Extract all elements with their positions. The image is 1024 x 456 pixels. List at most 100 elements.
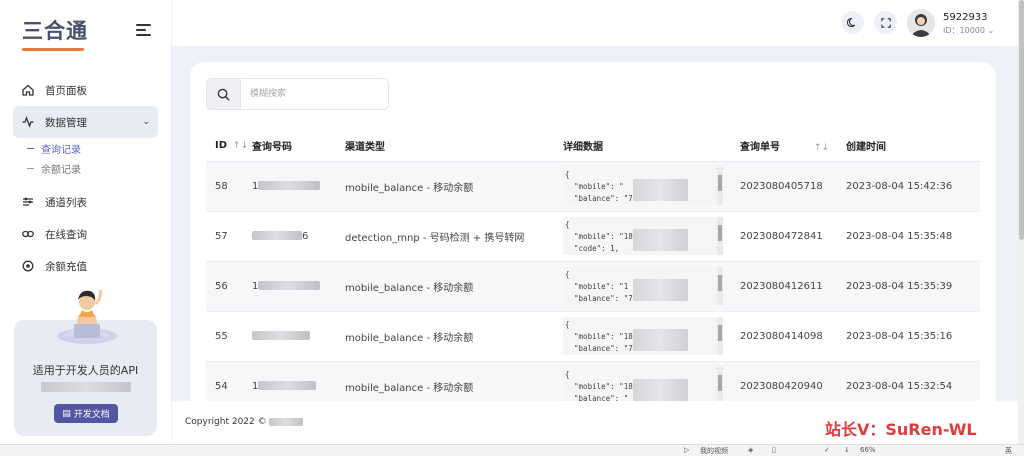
sidebar: 三合通 首页面板 数据管理 ⌄ 查询记录 余额记录 通道列表 在线查询 余额充值… — [0, 0, 172, 444]
sidebar-item-label: 在线查询 — [45, 228, 87, 241]
cell-order: 2023080472841 — [740, 211, 846, 262]
column-header-order[interactable]: 查询单号 ↑↓ — [740, 130, 846, 162]
cell-channel: mobile_balance - 移动余额 — [345, 161, 563, 212]
cell-mobile: 1 — [252, 261, 345, 312]
shield-icon[interactable]: ◈ — [748, 446, 753, 454]
home-icon — [21, 83, 35, 97]
sort-icon[interactable]: ↑↓ — [233, 141, 248, 151]
target-icon — [21, 259, 35, 273]
search-box — [206, 78, 389, 110]
column-header-mobile: 查询号码 — [252, 130, 345, 162]
sidebar-subitem-query-records[interactable]: 查询记录 — [13, 138, 158, 158]
redacted-text — [252, 231, 302, 240]
detail-code-box[interactable]: { "mobile": " "balance": "7 — [563, 167, 723, 205]
sidebar-item-balance-recharge[interactable]: 余额充值 — [13, 250, 158, 282]
sidebar-item-label: 数据管理 — [45, 116, 87, 129]
column-header-id[interactable]: ID ↑↓ — [206, 130, 252, 162]
download-icon[interactable]: ↓ — [844, 446, 850, 454]
sidebar-item-dashboard[interactable]: 首页面板 — [13, 74, 158, 106]
cell-time: 2023-08-04 15:35:48 — [846, 211, 980, 262]
cell-time: 2023-08-04 15:35:39 — [846, 261, 980, 312]
table-row[interactable]: 58 1 mobile_balance - 移动余额 { "mobile": "… — [206, 161, 980, 212]
detail-code-box[interactable]: { "mobile": "18 "code": 1, — [563, 217, 723, 255]
mobile-icon[interactable]: ▯ — [772, 446, 776, 454]
fullscreen-icon[interactable] — [874, 11, 897, 34]
user-id-text: ID：10000 — [943, 26, 985, 35]
cell-order: 2023080405718 — [740, 161, 846, 212]
table-row[interactable]: 55 mobile_balance - 移动余额 { "mobile": "18… — [206, 311, 980, 362]
cell-detail: { "mobile": " "balance": "7 — [563, 161, 740, 212]
search-icon[interactable] — [207, 79, 241, 109]
watermark-text: 站长V：SuRen-WL — [825, 420, 977, 439]
sidebar-item-label: 首页面板 — [45, 84, 87, 97]
column-label: ID — [215, 139, 228, 151]
cell-mobile: 1 — [252, 161, 345, 212]
redacted-text — [269, 417, 304, 426]
sidebar-item-channel-list[interactable]: 通道列表 — [13, 186, 158, 218]
sidebar-item-online-query[interactable]: 在线查询 — [13, 218, 158, 250]
cell-id: 57 — [206, 211, 252, 262]
play-icon[interactable]: ▷ — [684, 446, 689, 454]
logo[interactable]: 三合通 — [22, 15, 88, 51]
avatar[interactable] — [907, 9, 935, 37]
detail-code: { "mobile": " "balance": "7 — [565, 170, 633, 203]
cell-id: 56 — [206, 261, 252, 312]
cell-time: 2023-08-04 15:42:36 — [846, 161, 980, 212]
cell-order: 2023080412611 — [740, 261, 846, 312]
api-card-title: 适用于开发人员的API — [32, 364, 139, 377]
system-taskbar: ▷ 我的视频 ◈ ▯ ✓ ↓ 66% 英 — [0, 444, 1024, 456]
search-input[interactable] — [241, 79, 381, 109]
document-icon: ▤ — [62, 408, 71, 419]
moon-icon[interactable] — [841, 11, 864, 34]
table-row[interactable]: 57 6 detection_mnp - 号码检测 + 携号转网 { "mobi… — [206, 211, 980, 262]
video-label[interactable]: 我的视频 — [700, 446, 728, 456]
sidebar-item-label: 余额充值 — [45, 260, 87, 273]
table-row[interactable]: 56 1 mobile_balance - 移动余额 { "mobile": "… — [206, 261, 980, 312]
redacted-text — [258, 181, 321, 190]
column-header-created: 创建时间 — [846, 130, 980, 162]
top-header: 5922933 ID：10000 ⌄ — [172, 0, 1018, 46]
sidebar-nav: 首页面板 数据管理 ⌄ 查询记录 余额记录 通道列表 在线查询 余额充值 — [0, 60, 171, 282]
redacted-text — [41, 382, 131, 392]
page-scrollbar[interactable] — [1018, 0, 1024, 444]
table-header-row: ID ↑↓ 查询号码 渠道类型 详细数据 查询单号 ↑↓ 创建时间 — [206, 130, 980, 162]
detail-code: { "mobile": "1 "balance": "77 — [565, 270, 638, 303]
developer-illustration — [57, 289, 117, 344]
sidebar-subitem-label: 查询记录 — [41, 144, 81, 156]
sidebar-subitem-balance-records[interactable]: 余额记录 — [13, 158, 158, 178]
sliders-icon — [21, 195, 35, 209]
menu-toggle-icon[interactable] — [136, 24, 151, 36]
cell-mobile — [252, 311, 345, 362]
activity-icon — [21, 115, 35, 129]
copyright-label: Copyright 2022 © — [185, 417, 267, 427]
developer-docs-button[interactable]: ▤ 开发文档 — [54, 404, 118, 423]
redacted-text — [258, 381, 317, 390]
cell-detail: { "mobile": "18 "code": 1, — [563, 211, 740, 262]
user-name[interactable]: 5922933 — [943, 12, 988, 23]
sidebar-item-label: 通道列表 — [45, 196, 87, 209]
cell-id: 58 — [206, 161, 252, 212]
sort-icon[interactable]: ↑↓ — [814, 143, 829, 153]
zoom-level[interactable]: 66% — [860, 446, 876, 454]
user-id[interactable]: ID：10000 ⌄ — [943, 25, 994, 36]
detail-code-box[interactable]: { "mobile": "18 "balance": "7 — [563, 317, 723, 355]
developer-docs-label: 开发文档 — [73, 410, 110, 420]
chevron-down-icon: ⌄ — [987, 26, 995, 35]
cell-channel: mobile_balance - 移动余额 — [345, 261, 563, 312]
records-card: ID ↑↓ 查询号码 渠道类型 详细数据 查询单号 ↑↓ 创建时间 58 1 mob… — [190, 62, 996, 412]
cell-channel: detection_mnp - 号码检测 + 携号转网 — [345, 211, 563, 262]
ime-language[interactable]: 英 — [1005, 446, 1012, 456]
column-label: 查询单号 — [740, 141, 780, 153]
cell-detail: { "mobile": "18 "balance": "7 — [563, 311, 740, 362]
detail-code-box[interactable]: { "mobile": "1 "balance": "77 — [563, 267, 723, 305]
detail-code: { "mobile": "18 "balance": "7 — [565, 320, 633, 353]
pin-icon[interactable]: ✓ — [824, 446, 830, 454]
logo-text: 三合通 — [22, 19, 88, 43]
records-table: ID ↑↓ 查询号码 渠道类型 详细数据 查询单号 ↑↓ 创建时间 58 1 mob… — [206, 130, 980, 412]
cell-mobile: 6 — [252, 211, 345, 262]
logo-underline — [22, 48, 84, 51]
sidebar-item-data-management[interactable]: 数据管理 ⌄ — [13, 106, 158, 138]
detail-code: { "mobile": "18 "balance": " — [565, 370, 633, 403]
detail-code-box[interactable]: { "mobile": "18 "balance": " — [563, 367, 723, 405]
detail-code: { "mobile": "18 "code": 1, — [565, 220, 633, 253]
